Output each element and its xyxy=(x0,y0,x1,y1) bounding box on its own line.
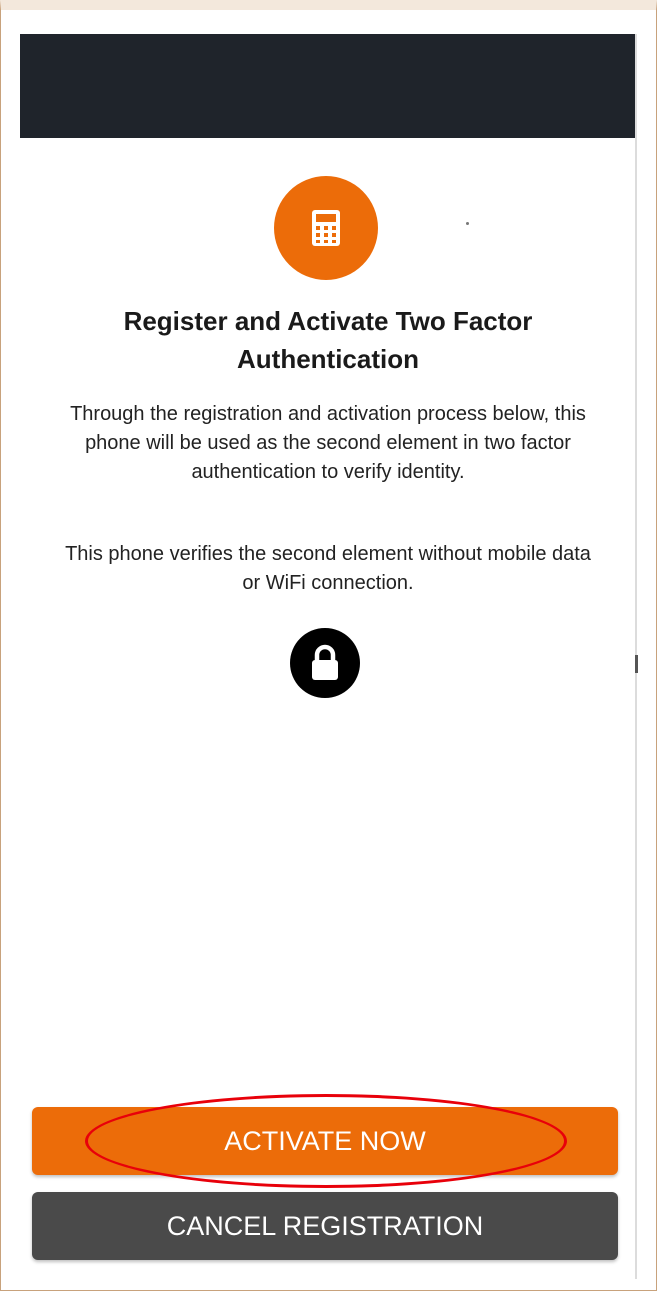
phone-screen: Register and Activate Two Factor Authent… xyxy=(20,34,636,1279)
cancel-registration-button[interactable]: CANCEL REGISTRATION xyxy=(32,1192,618,1260)
side-button xyxy=(635,655,638,673)
app-bar xyxy=(20,34,636,138)
offline-note-text: This phone verifies the second element w… xyxy=(65,543,591,594)
activate-now-button[interactable]: ACTIVATE NOW xyxy=(32,1107,618,1175)
description-text: Through the registration and activation … xyxy=(70,403,586,483)
calculator-icon xyxy=(274,176,378,280)
page-title: Register and Activate Two Factor Authent… xyxy=(123,306,533,374)
speck xyxy=(466,222,469,225)
lock-icon xyxy=(290,628,360,698)
